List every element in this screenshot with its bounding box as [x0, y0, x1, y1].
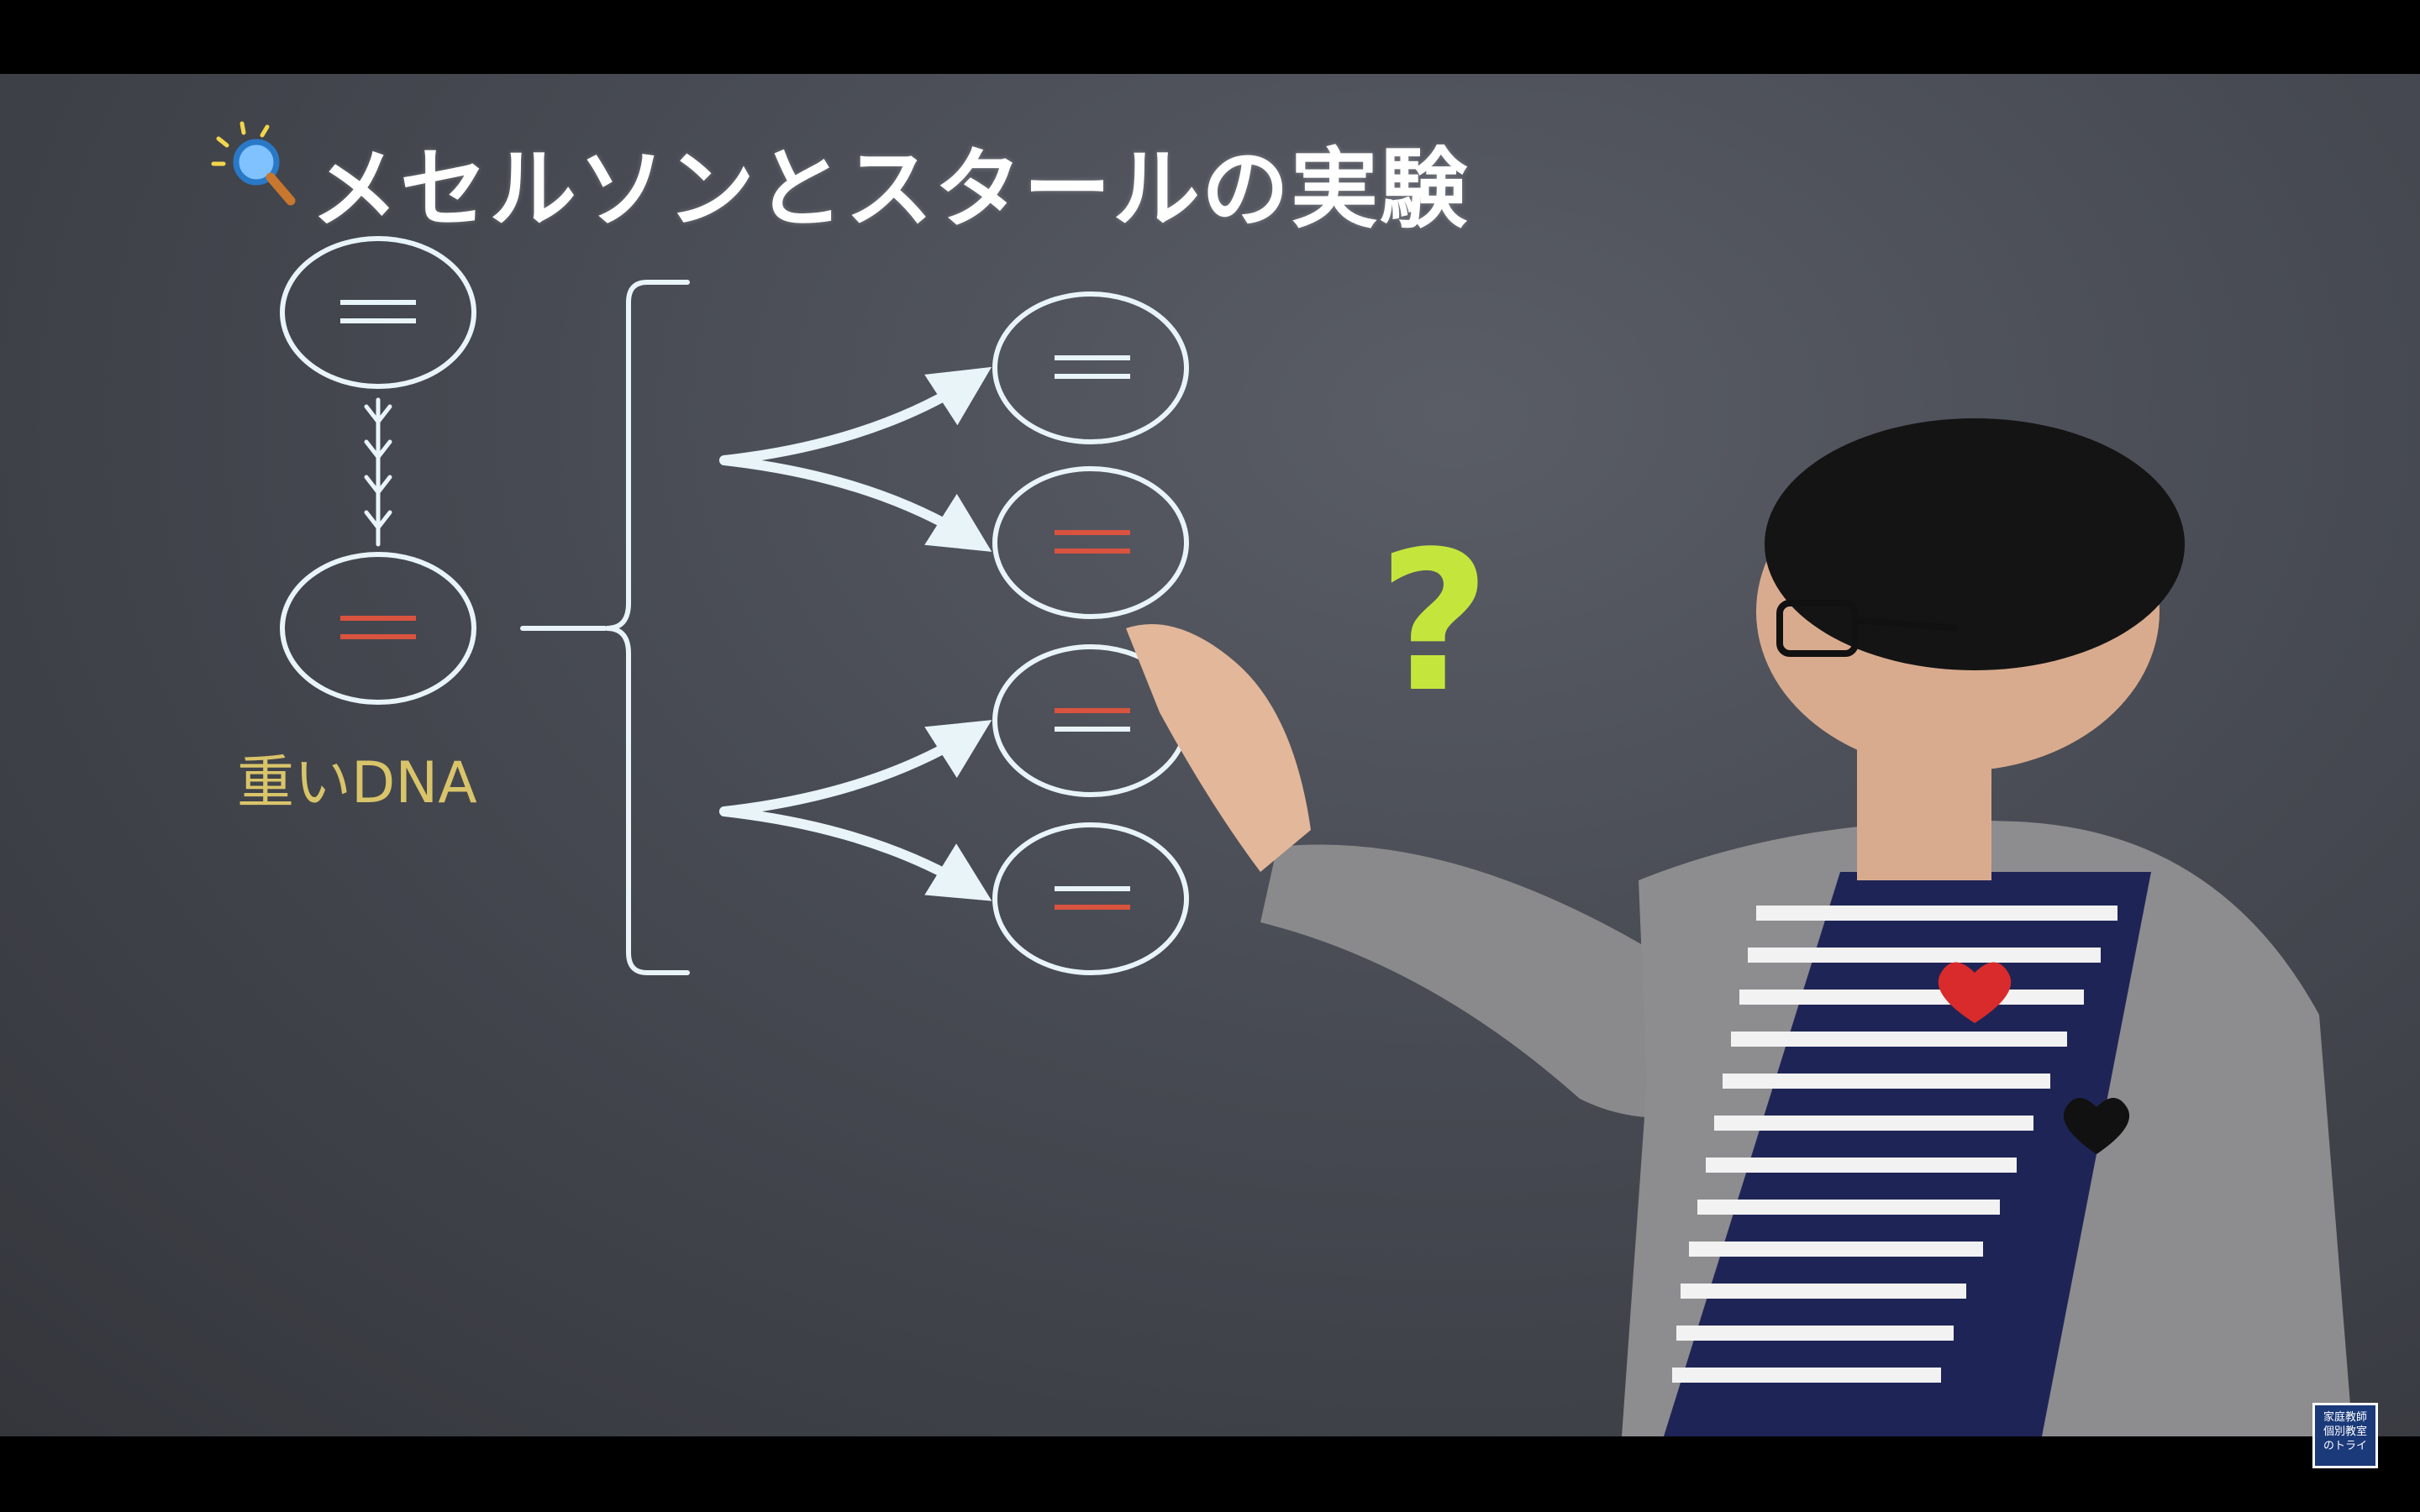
chalkboard: メセルソンとスタールの実験 重いDNA ?	[0, 74, 2420, 1436]
heavy-dna-label: 重いDNA	[237, 750, 477, 816]
branch-arrows-upper	[719, 366, 992, 552]
downward-arrows	[364, 397, 392, 547]
logo-line-1: 家庭教師	[2323, 1411, 2367, 1424]
letterbox-bottom	[0, 1436, 2420, 1512]
branch-arrows-lower	[719, 720, 992, 901]
daughter-dna-2	[992, 466, 1189, 619]
logo-line-3: のトライ	[2323, 1440, 2367, 1452]
channel-logo: 家庭教師 個別教室 のトライ	[2312, 1403, 2378, 1468]
heavy-dna	[280, 552, 476, 705]
letterbox-top	[0, 0, 2420, 74]
question-mark: ?	[1378, 511, 1491, 735]
logo-line-2: 個別教室	[2323, 1425, 2367, 1438]
daughter-dna-1	[992, 291, 1189, 444]
daughter-dna-4	[992, 822, 1189, 975]
parent-light-dna	[280, 236, 476, 389]
bracket	[520, 280, 690, 975]
presenter	[1126, 418, 2353, 1436]
